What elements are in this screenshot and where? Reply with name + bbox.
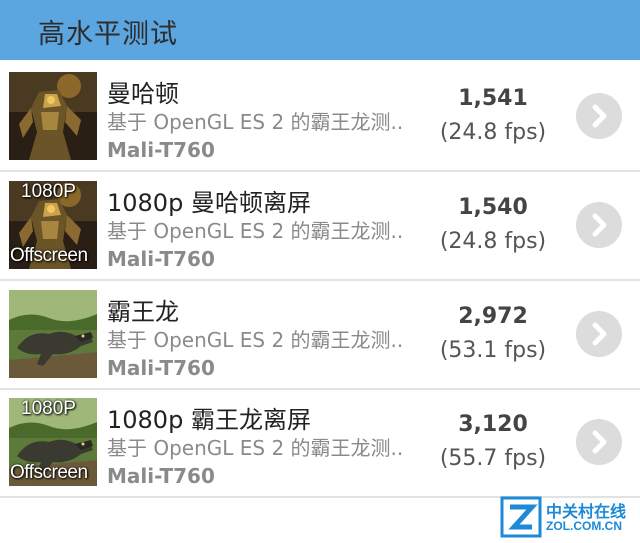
test-row-manhattan-1080p-offscreen[interactable]: 1080P Offscreen 1080p 曼哈顿离屏 基于 OpenGL ES… <box>0 171 640 281</box>
zol-watermark: 中关村在线 ZOL.COM.CN <box>500 496 632 540</box>
test-score: 1,541 <box>458 86 528 111</box>
dinosaur-scene-image <box>9 290 97 378</box>
chevron-right-circle-icon[interactable] <box>576 311 622 357</box>
test-thumbnail <box>9 290 97 378</box>
test-fps: (24.8 fps) <box>439 120 547 145</box>
test-name: 曼哈顿 <box>107 80 179 108</box>
gpu-name: Mali-T760 <box>107 138 215 162</box>
test-description: 基于 OpenGL ES 2 的霸王龙测.. <box>107 219 404 243</box>
test-thumbnail: 1080P Offscreen <box>9 181 97 269</box>
test-row-trex[interactable]: 霸王龙 基于 OpenGL ES 2 的霸王龙测.. Mali-T760 2,9… <box>0 280 640 390</box>
test-description: 基于 OpenGL ES 2 的霸王龙测.. <box>107 436 404 460</box>
robot-scene-image <box>9 72 97 160</box>
test-name: 霸王龙 <box>107 298 179 326</box>
offscreen-tag: Offscreen <box>10 245 88 266</box>
gpu-name: Mali-T760 <box>107 356 215 380</box>
watermark-en: ZOL.COM.CN <box>546 519 622 533</box>
test-row-trex-1080p-offscreen[interactable]: 1080P Offscreen 1080p 霸王龙离屏 基于 OpenGL ES… <box>0 388 640 498</box>
app-header: 高水平测试 <box>0 0 640 60</box>
test-score: 3,120 <box>458 412 528 437</box>
zol-logo-icon <box>500 496 542 538</box>
test-name: 1080p 曼哈顿离屏 <box>107 189 311 217</box>
gpu-name: Mali-T760 <box>107 247 215 271</box>
offscreen-tag: Offscreen <box>10 462 88 483</box>
test-fps: (55.7 fps) <box>439 446 547 471</box>
test-description: 基于 OpenGL ES 2 的霸王龙测.. <box>107 328 404 352</box>
test-fps: (24.8 fps) <box>439 229 547 254</box>
test-name: 1080p 霸王龙离屏 <box>107 406 311 434</box>
test-description: 基于 OpenGL ES 2 的霸王龙测.. <box>107 110 404 134</box>
test-score: 2,972 <box>458 304 528 329</box>
test-score: 1,540 <box>458 195 528 220</box>
resolution-tag: 1080P <box>21 398 76 419</box>
test-thumbnail <box>9 72 97 160</box>
page-title: 高水平测试 <box>38 19 178 50</box>
test-row-manhattan[interactable]: 曼哈顿 基于 OpenGL ES 2 的霸王龙测.. Mali-T760 1,5… <box>0 62 640 172</box>
chevron-right-circle-icon[interactable] <box>576 202 622 248</box>
resolution-tag: 1080P <box>21 181 76 202</box>
test-fps: (53.1 fps) <box>439 338 547 363</box>
chevron-right-circle-icon[interactable] <box>576 419 622 465</box>
gpu-name: Mali-T760 <box>107 464 215 488</box>
chevron-right-circle-icon[interactable] <box>576 93 622 139</box>
test-thumbnail: 1080P Offscreen <box>9 398 97 486</box>
